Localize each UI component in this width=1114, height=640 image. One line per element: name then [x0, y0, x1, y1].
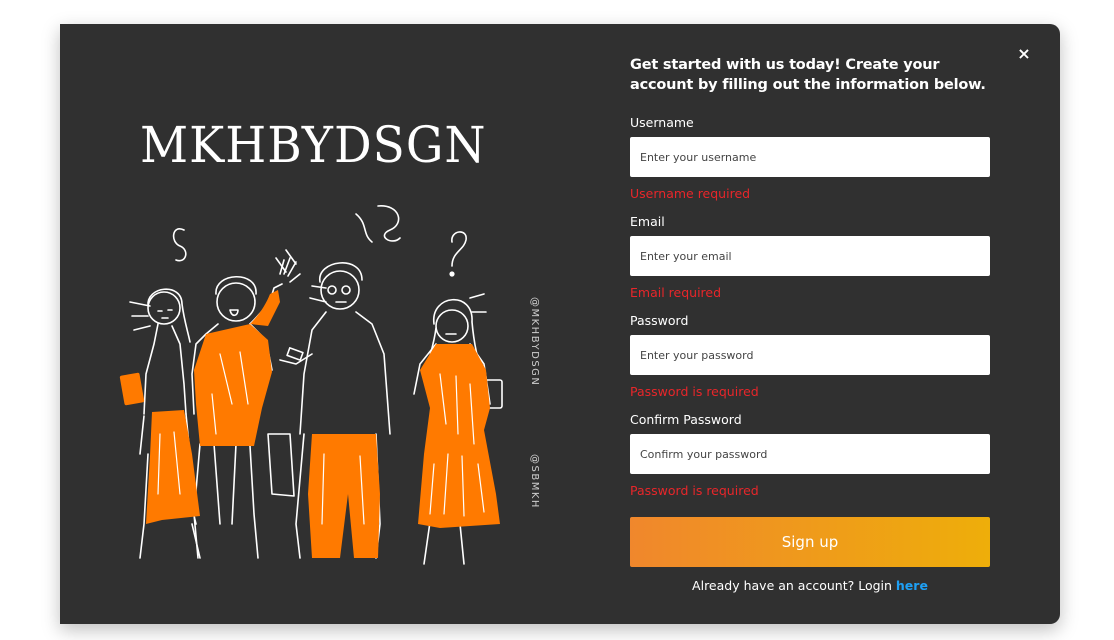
signup-modal: × MKHBYDSGN @MKHBYDSGN @SBMKH Get starte… [60, 24, 1060, 624]
credit-handle-1: @MKHBYDSGN [529, 297, 540, 387]
password-label: Password [630, 313, 689, 328]
close-icon: × [1017, 43, 1031, 63]
form-heading: Get started with us today! Create your a… [630, 57, 986, 93]
email-error: Email required [630, 285, 722, 300]
close-button[interactable]: × [1013, 42, 1035, 64]
password-input[interactable] [630, 335, 990, 375]
email-label: Email [630, 214, 665, 229]
confirm-password-error: Password is required [630, 483, 759, 498]
username-label: Username [630, 115, 694, 130]
confirm-password-input[interactable] [630, 434, 990, 474]
login-prompt: Already have an account? Login here [630, 578, 990, 593]
confirm-password-label: Confirm Password [630, 412, 742, 427]
credit-handle-2: @SBMKH [529, 454, 540, 509]
signup-button[interactable]: Sign up [630, 517, 990, 567]
username-input[interactable] [630, 137, 990, 177]
login-prompt-text: Already have an account? Login [692, 578, 892, 593]
username-error: Username required [630, 186, 751, 201]
password-error: Password is required [630, 384, 759, 399]
login-link[interactable]: here [896, 578, 928, 593]
email-input[interactable] [630, 236, 990, 276]
people-illustration [119, 205, 503, 565]
brand-logo: MKHBYDSGN [140, 116, 487, 175]
